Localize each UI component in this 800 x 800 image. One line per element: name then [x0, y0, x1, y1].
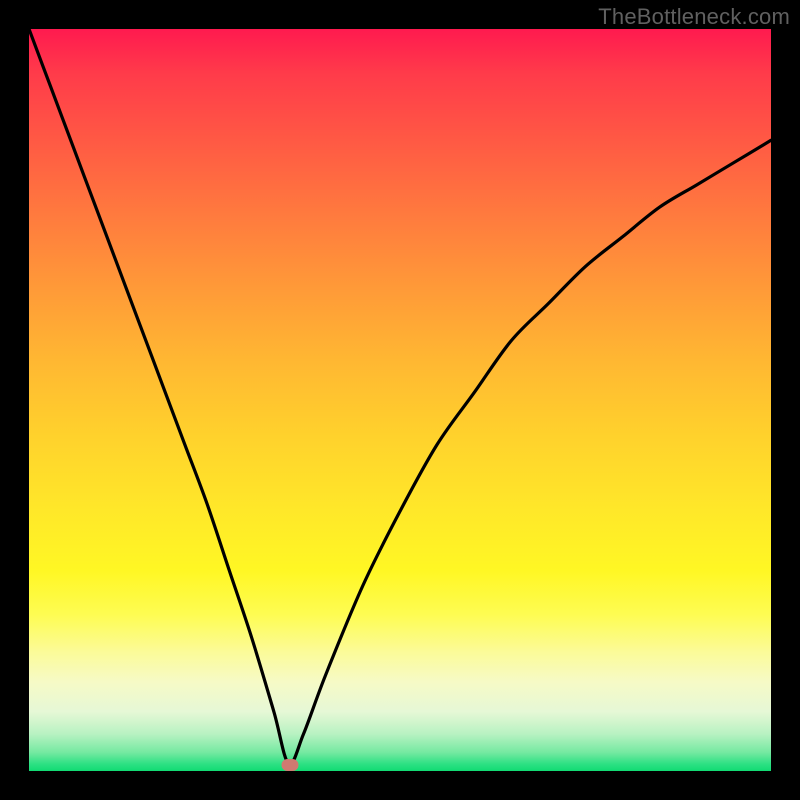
optimum-marker [282, 759, 299, 771]
bottleneck-curve [29, 29, 771, 771]
plot-area [29, 29, 771, 771]
chart-frame: TheBottleneck.com [0, 0, 800, 800]
attribution-text: TheBottleneck.com [598, 4, 790, 30]
